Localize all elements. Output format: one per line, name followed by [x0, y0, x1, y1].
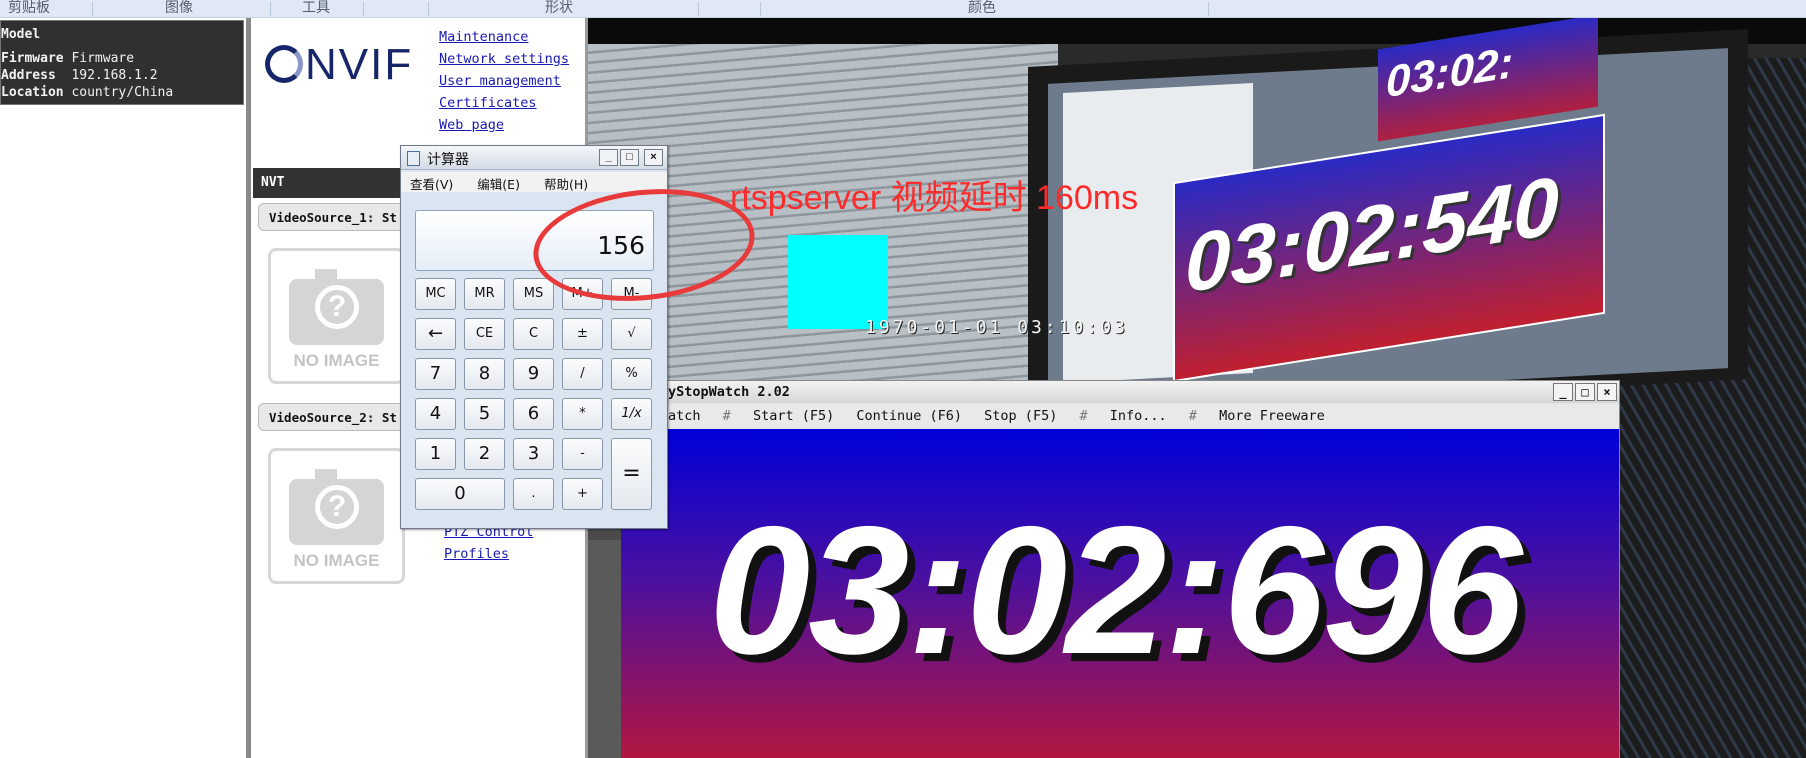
key-add[interactable]: +	[562, 478, 603, 510]
question-icon: ?	[315, 485, 359, 529]
address-key: Address	[1, 68, 56, 83]
address-row: Address 192.168.1.2	[1, 68, 158, 83]
video-source-2-header[interactable]: VideoSource_2: St	[258, 403, 413, 431]
firmware-row: Firmware Firmware	[1, 51, 134, 66]
key-5[interactable]: 5	[464, 398, 505, 430]
key-8[interactable]: 8	[464, 358, 505, 390]
maximize-button[interactable]: □	[1575, 383, 1595, 401]
menu-link-maintenance[interactable]: Maintenance	[439, 29, 528, 45]
stopwatch-titlebar[interactable]: yStopWatch 2.02 _ □ ×	[666, 381, 1619, 403]
key-equals[interactable]: =	[611, 438, 652, 510]
menu-separator: #	[1188, 408, 1197, 424]
stopwatch-time: 03:02:696	[709, 488, 1523, 692]
key-decimal[interactable]: .	[513, 478, 554, 510]
calculator-menubar: 查看(V) 编辑(E) 帮助(H)	[401, 172, 667, 192]
onvif-logo: NVIF	[265, 40, 413, 90]
location-row: Location country/China	[1, 85, 173, 100]
firmware-value: Firmware	[71, 51, 135, 66]
location-key: Location	[1, 85, 64, 100]
key-sqrt[interactable]: √	[611, 318, 652, 350]
captured-stopwatch-time: 03:02:540	[1185, 160, 1559, 311]
ribbon-group-clipboard[interactable]: 剪贴板	[8, 0, 50, 17]
menu-watch[interactable]: atch	[668, 408, 701, 424]
stopwatch-title: yStopWatch 2.02	[668, 384, 790, 400]
menu-link-network-settings[interactable]: Network settings	[439, 51, 569, 67]
minimize-button[interactable]: _	[1553, 383, 1573, 401]
stopwatch-window[interactable]: yStopWatch 2.02 _ □ × atch # Start (F5) Co…	[621, 380, 1620, 758]
menu-view[interactable]: 查看(V)	[410, 177, 453, 192]
location-value: country/China	[71, 85, 174, 100]
menu-help[interactable]: 帮助(H)	[544, 177, 588, 192]
minimize-button[interactable]: _	[599, 149, 618, 166]
key-divide[interactable]: /	[562, 358, 603, 390]
ribbon-group-tools[interactable]: 工具	[302, 0, 330, 17]
key-1[interactable]: 1	[415, 438, 456, 470]
key-4[interactable]: 4	[415, 398, 456, 430]
menu-separator: #	[1079, 408, 1088, 424]
menu-edit[interactable]: 编辑(E)	[477, 177, 520, 192]
no-image-label: NO IMAGE	[293, 351, 380, 370]
latency-annotation: rtspserver 视频延时 160ms	[730, 179, 1139, 217]
menu-info[interactable]: Info...	[1110, 408, 1167, 424]
model-label: Model	[1, 27, 41, 42]
menu-continue[interactable]: Continue (F6)	[856, 408, 962, 424]
key-2[interactable]: 2	[464, 438, 505, 470]
ribbon-group-image[interactable]: 图像	[165, 0, 193, 17]
stopwatch-face: 03:02:696	[621, 429, 1619, 758]
key-mc[interactable]: MC	[415, 278, 456, 310]
video-overlay-timestamp: 1970-01-01 03:10:03	[865, 317, 1128, 338]
key-mr[interactable]: MR	[464, 278, 505, 310]
menu-link-user-management[interactable]: User management	[439, 73, 561, 89]
menu-separator: #	[722, 408, 731, 424]
key-ce[interactable]: CE	[464, 318, 505, 350]
key-9[interactable]: 9	[513, 358, 554, 390]
address-value: 192.168.1.2	[71, 68, 158, 83]
key-ms[interactable]: MS	[513, 278, 554, 310]
camera-icon: ?	[289, 269, 384, 345]
menu-link-profiles[interactable]: Profiles	[444, 546, 509, 562]
key-3[interactable]: 3	[513, 438, 554, 470]
calculator-title: 计算器	[427, 152, 469, 168]
menu-stop[interactable]: Stop (F5)	[984, 408, 1057, 424]
key-0[interactable]: 0	[415, 478, 505, 510]
close-button[interactable]: ×	[1597, 383, 1617, 401]
menu-start[interactable]: Start (F5)	[753, 408, 834, 424]
key-percent[interactable]: %	[611, 358, 652, 390]
video-source-1-header[interactable]: VideoSource_1: St	[258, 203, 413, 231]
key-7[interactable]: 7	[415, 358, 456, 390]
calculator-titlebar[interactable]: 计算器 _ □ ×	[401, 146, 667, 170]
nvt-header: NVT	[253, 168, 413, 198]
calculator-icon	[407, 151, 420, 166]
video-source-2-thumbnail[interactable]: ? NO IMAGE	[268, 448, 405, 584]
no-image-label: NO IMAGE	[293, 551, 380, 570]
stopwatch-menubar: atch # Start (F5) Continue (F6) Stop (F5…	[666, 405, 1619, 427]
ribbon-group-colors[interactable]: 颜色	[968, 0, 996, 17]
key-reciprocal[interactable]: 1/x	[611, 398, 652, 430]
menu-link-web-page[interactable]: Web page	[439, 117, 504, 133]
ribbon-group-shapes[interactable]: 形状	[545, 0, 573, 17]
video-source-1-thumbnail[interactable]: ? NO IMAGE	[268, 248, 405, 384]
key-multiply[interactable]: *	[562, 398, 603, 430]
key-plus-minus[interactable]: ±	[562, 318, 603, 350]
question-icon: ?	[315, 285, 359, 329]
key-clear[interactable]: C	[513, 318, 554, 350]
key-backspace[interactable]: ←	[415, 318, 456, 350]
ribbon-bar: 剪贴板 图像 工具 形状 颜色	[0, 0, 1806, 18]
menu-more-freeware[interactable]: More Freeware	[1219, 408, 1325, 424]
cyan-marker	[788, 235, 888, 329]
menu-link-certificates[interactable]: Certificates	[439, 95, 537, 111]
close-button[interactable]: ×	[644, 149, 663, 166]
key-subtract[interactable]: -	[562, 438, 603, 470]
maximize-button[interactable]: □	[620, 149, 639, 166]
camera-icon: ?	[289, 469, 384, 545]
firmware-key: Firmware	[1, 51, 64, 66]
key-6[interactable]: 6	[513, 398, 554, 430]
device-info-panel: Model Firmware Firmware Address 192.168.…	[0, 20, 244, 105]
